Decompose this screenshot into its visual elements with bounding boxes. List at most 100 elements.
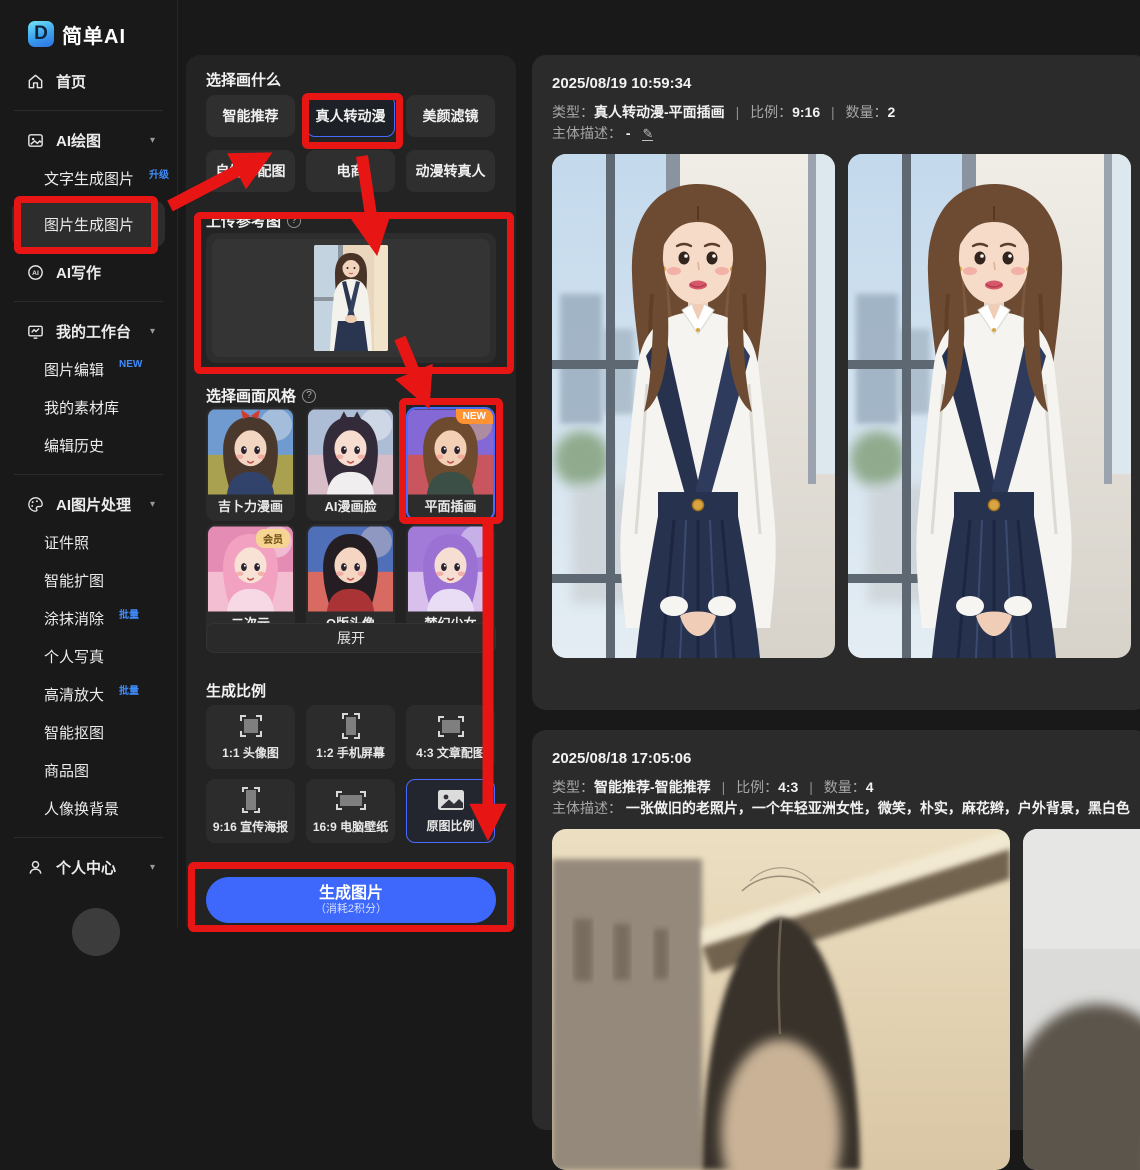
result-card-2: 2025/08/18 17:05:06 类型：智能推荐-智能推荐 | 比例：4:… [532,730,1140,1130]
style-thumbnail [308,526,393,612]
new-badge: NEW [456,409,493,424]
ratio-tile-original[interactable]: 原图比例 [406,779,495,843]
category-button-ecommerce[interactable]: 电商 [306,150,395,192]
sidebar-item-label: 首页 [56,71,86,92]
sidebar-item-hd-upscale[interactable]: 高清放大 批量 [0,675,177,713]
upload-inner-area [212,239,490,357]
batch-badge: 批量 [119,682,139,697]
generation-panel: 选择画什么 智能推荐 真人转动漫 美颜滤镜 自媒体配图 电商 动漫转真人 上传参… [186,55,516,927]
sidebar-item-portrait-bg-replace[interactable]: 人像换背景 [0,789,177,827]
section-title-upload: 上传参考图 ? [206,210,496,231]
user-avatar[interactable] [72,908,120,956]
ratio-tile-4-3[interactable]: 4:3 文章配图 [406,705,495,769]
style-card-ai-comic-face[interactable]: AI漫画脸 [306,407,395,521]
ratio-1-2-icon [335,713,367,739]
sidebar-nav: 首页 AI绘图 ▾ 文字生成图片 升级 图片生成图片 AI AI写作 我的工作台… [0,62,177,886]
ratio-tile-1-1[interactable]: 1:1 头像图 [206,705,295,769]
style-card-dreamy-girl[interactable]: 梦幻少女 [406,524,495,638]
result-images [552,154,1128,658]
chevron-down-icon[interactable]: ▾ [150,135,155,146]
style-card-2d-anime[interactable]: 会员 二次元 [206,524,295,638]
style-thumbnail [308,409,393,495]
sidebar: D 简单AI 首页 AI绘图 ▾ 文字生成图片 升级 图片生成图片 AI AI写… [0,0,178,927]
result-images [552,829,1128,1170]
divider [14,110,163,111]
sidebar-item-home[interactable]: 首页 [0,62,177,100]
sidebar-item-edit-history[interactable]: 编辑历史 [0,426,177,464]
batch-badge: 批量 [119,606,139,621]
sidebar-item-ai-draw[interactable]: AI绘图 ▾ [0,121,177,159]
divider [14,837,163,838]
category-button-beauty-filter[interactable]: 美颜滤镜 [406,95,495,137]
style-card-chibi-avatar[interactable]: Q版头像 [306,524,395,638]
category-row-1: 智能推荐 真人转动漫 美颜滤镜 [206,95,496,137]
sidebar-item-smart-expand[interactable]: 智能扩图 [0,561,177,599]
result-timestamp: 2025/08/18 17:05:06 [552,750,1128,767]
result-description: 主体描述： 一张做旧的老照片，一个年轻亚洲女性，微笑，朴实，麻花辫，户外背景，黑… [552,798,1128,819]
app-title: 简单AI [62,20,126,49]
category-button-photo-to-anime[interactable]: 真人转动漫 [306,95,395,137]
style-card-flat-illustration[interactable]: NEW 平面插画 [406,407,495,521]
app-logo-icon: D [28,21,54,47]
style-grid: 吉卜力漫画 AI漫画脸 NEW 平面插画 会员 二次元 [206,407,496,638]
generated-image-old-photo-1[interactable] [552,829,1010,1170]
chevron-down-icon[interactable]: ▾ [150,862,155,873]
section-title-what: 选择画什么 [206,69,496,90]
image-icon [26,131,45,150]
style-card-ghibli[interactable]: 吉卜力漫画 [206,407,295,521]
chevron-down-icon[interactable]: ▾ [150,499,155,510]
new-badge: NEW [119,359,142,370]
monitor-chart-icon [26,322,45,341]
sidebar-item-image-edit[interactable]: 图片编辑 NEW [0,350,177,388]
result-meta: 类型：真人转动漫-平面插画 | 比例：9:16 | 数量：2 [552,102,1128,123]
sidebar-item-image-to-image[interactable]: 图片生成图片 [12,201,165,247]
upgrade-badge: 升级 [149,166,169,181]
uploaded-reference-image[interactable] [314,245,388,351]
vip-badge: 会员 [256,529,290,548]
ratio-tile-9-16[interactable]: 9:16 宣传海报 [206,779,295,843]
sidebar-item-personal-portrait[interactable]: 个人写真 [0,637,177,675]
app-logo[interactable]: D 简单AI [0,0,177,52]
edit-description-icon[interactable]: ✎ [642,127,653,141]
ratio-1-1-icon [235,713,267,739]
palette-icon [26,495,45,514]
svg-text:AI: AI [32,270,39,277]
sidebar-item-ai-writing[interactable]: AI AI写作 [0,253,177,291]
style-thumbnail: 会员 [208,526,293,612]
ai-circle-icon: AI [26,263,45,282]
section-title-style: 选择画面风格 ? [206,385,496,406]
category-button-media-illustration[interactable]: 自媒体配图 [206,150,295,192]
category-button-smart-recommend[interactable]: 智能推荐 [206,95,295,137]
app-root: { "app": { "name": "简单AI" }, "sidebar": … [0,0,1140,927]
sidebar-item-text-to-image[interactable]: 文字生成图片 升级 [0,159,177,197]
ratio-tile-16-9[interactable]: 16:9 电脑壁纸 [306,779,395,843]
sidebar-item-material-library[interactable]: 我的素材库 [0,388,177,426]
sidebar-item-id-photo[interactable]: 证件照 [0,523,177,561]
ratio-grid: 1:1 头像图 1:2 手机屏幕 4:3 文章配图 9:16 宣传海报 16:9… [206,705,496,843]
sidebar-item-smudge-erase[interactable]: 涂抹消除 批量 [0,599,177,637]
expand-styles-button[interactable]: 展开 [206,623,496,653]
help-icon[interactable]: ? [302,389,316,403]
ratio-4-3-icon [435,713,467,739]
sidebar-item-smart-cutout[interactable]: 智能抠图 [0,713,177,751]
upload-dropzone[interactable] [206,233,496,363]
sidebar-item-workbench[interactable]: 我的工作台 ▾ [0,312,177,350]
chevron-down-icon[interactable]: ▾ [150,326,155,337]
sidebar-item-product-image[interactable]: 商品图 [0,751,177,789]
divider [14,301,163,302]
generated-image-1[interactable] [552,154,835,658]
result-meta: 类型：智能推荐-智能推荐 | 比例：4:3 | 数量：4 [552,777,1128,798]
ratio-16-9-icon [335,787,367,813]
result-card-1: 2025/08/19 10:59:34 类型：真人转动漫-平面插画 | 比例：9… [532,55,1140,710]
sidebar-item-personal-center[interactable]: 个人中心 ▾ [0,848,177,886]
generate-image-button[interactable]: 生成图片 （消耗2积分） [206,877,496,923]
divider [14,474,163,475]
ratio-tile-1-2[interactable]: 1:2 手机屏幕 [306,705,395,769]
style-thumbnail: NEW [408,409,493,495]
sidebar-item-ai-image-processing[interactable]: AI图片处理 ▾ [0,485,177,523]
original-ratio-icon [436,788,466,812]
help-icon[interactable]: ? [287,214,301,228]
category-button-anime-to-photo[interactable]: 动漫转真人 [406,150,495,192]
generated-image-2[interactable] [848,154,1131,658]
generated-image-old-photo-2[interactable] [1023,829,1140,1170]
